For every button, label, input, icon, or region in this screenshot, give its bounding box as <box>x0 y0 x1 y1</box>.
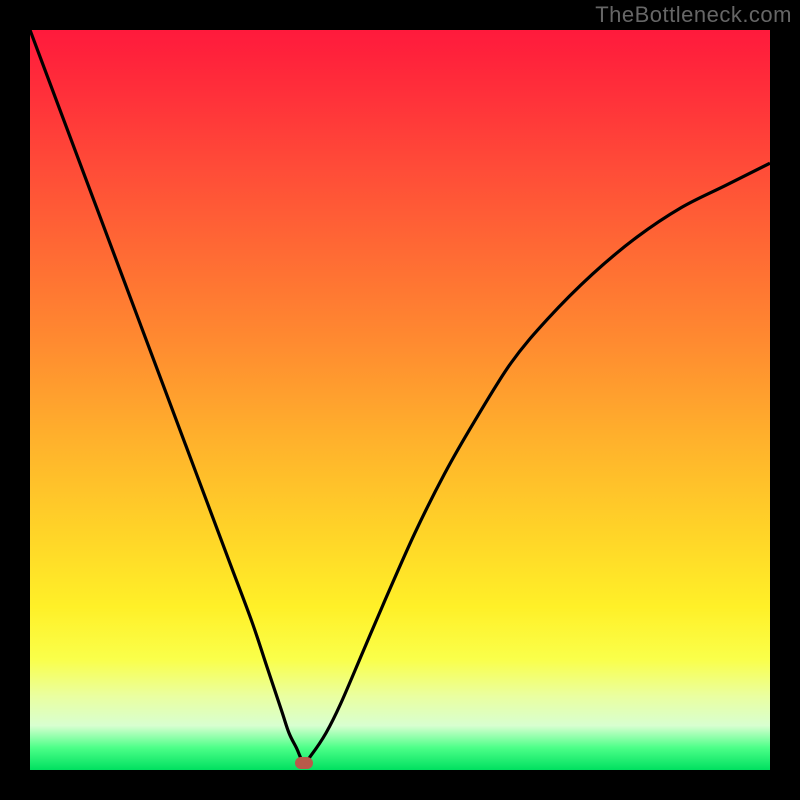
plot-area <box>30 30 770 770</box>
watermark-label: TheBottleneck.com <box>595 2 792 28</box>
optimum-marker <box>295 757 313 769</box>
chart-frame: TheBottleneck.com <box>0 0 800 800</box>
bottleneck-curve <box>30 30 770 770</box>
curve-path <box>30 30 770 763</box>
